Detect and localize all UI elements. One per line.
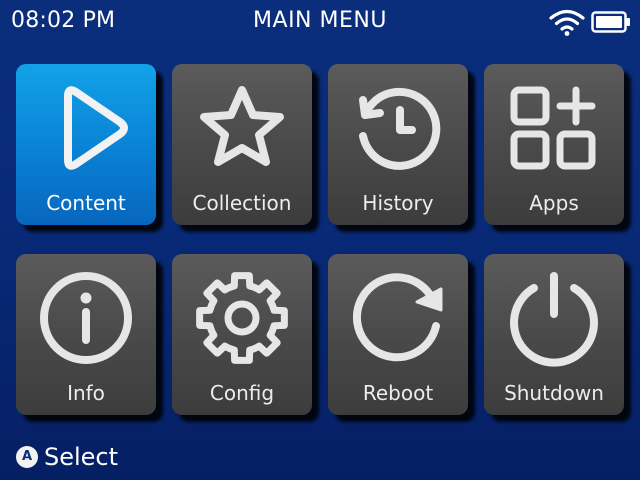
play-icon	[36, 78, 136, 178]
menu-item-history[interactable]: History	[328, 64, 468, 225]
menu-item-label: Shutdown	[504, 381, 604, 405]
menu-item-label: Apps	[529, 191, 579, 215]
gear-icon	[192, 268, 292, 368]
star-icon	[192, 78, 292, 178]
menu-item-shutdown[interactable]: Shutdown	[484, 254, 624, 415]
menu-item-label: Collection	[192, 191, 292, 215]
menu-item-collection[interactable]: Collection	[172, 64, 312, 225]
menu-item-reboot[interactable]: Reboot	[328, 254, 468, 415]
reboot-icon	[348, 268, 448, 368]
menu-item-label: Reboot	[362, 381, 434, 405]
menu-item-label: Info	[67, 381, 105, 405]
info-icon	[36, 268, 136, 368]
hint-label: Select	[44, 443, 119, 471]
status-bar: 08:02 PM MAIN MENU	[0, 0, 640, 42]
menu-item-apps[interactable]: Apps	[484, 64, 624, 225]
history-icon	[348, 78, 448, 178]
menu-item-config[interactable]: Config	[172, 254, 312, 415]
menu-item-label: History	[362, 191, 434, 215]
menu-item-label: Config	[209, 381, 275, 405]
a-button-icon: A	[16, 446, 38, 468]
menu-item-info[interactable]: Info	[16, 254, 156, 415]
screen-title: MAIN MENU	[253, 8, 387, 33]
apps-icon	[504, 78, 604, 178]
menu-item-label: Content	[46, 191, 126, 215]
menu-item-content[interactable]: Content	[16, 64, 156, 225]
battery-full-icon	[591, 10, 631, 34]
wifi-icon	[548, 8, 586, 36]
power-icon	[504, 268, 604, 368]
